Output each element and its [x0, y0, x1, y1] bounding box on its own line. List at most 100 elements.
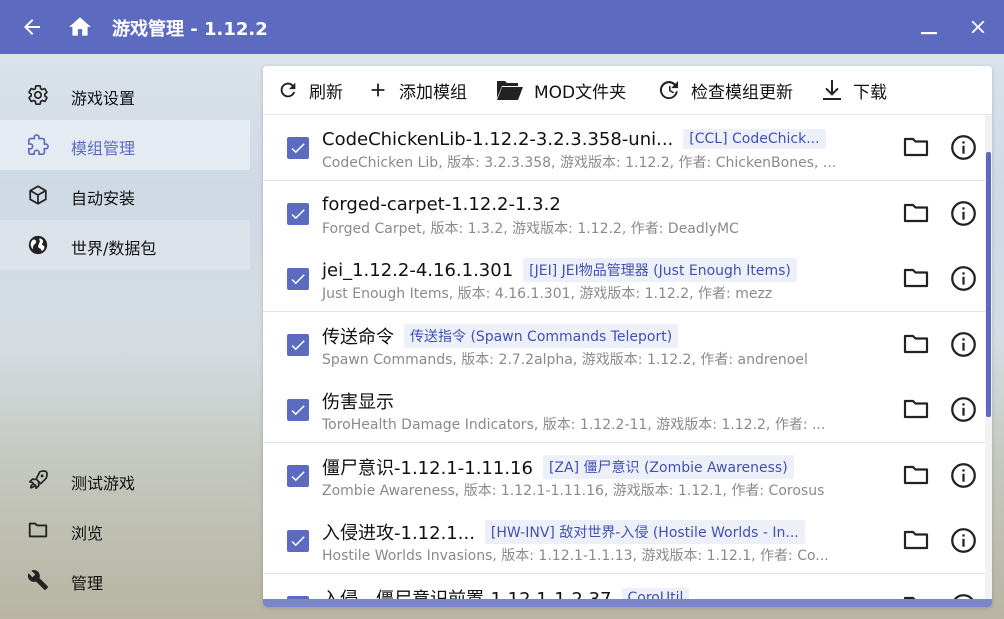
mod-enabled-checkbox[interactable]: [287, 399, 309, 421]
sidebar-item-auto-install[interactable]: 自动安装: [0, 170, 250, 220]
info-icon: [951, 200, 976, 226]
mod-title: 传送命令: [322, 326, 394, 348]
mod-info-button[interactable]: [950, 331, 977, 358]
sidebar-item-manage[interactable]: 管理: [0, 555, 250, 605]
mod-info-button[interactable]: [950, 134, 977, 161]
globe-icon: [28, 235, 48, 255]
checkmark-icon: [291, 536, 305, 547]
folder-icon: [903, 465, 929, 484]
mod-tag: 传送指令 (Spawn Commands Teleport): [404, 323, 679, 348]
open-folder-button[interactable]: [903, 463, 929, 487]
mod-enabled-checkbox[interactable]: [287, 464, 309, 487]
info-icon: [951, 331, 976, 357]
mod-header: 伤害显示: [322, 388, 394, 414]
sidebar-item-mod-management[interactable]: 模组管理: [0, 120, 250, 170]
mod-info-button[interactable]: [950, 527, 977, 554]
open-folder-button[interactable]: [903, 135, 929, 159]
open-folder-button[interactable]: [903, 528, 929, 552]
table-row[interactable]: forged-carpet-1.12.2-1.3.2 Forged Carpet,…: [263, 180, 985, 247]
update-icon: [659, 81, 678, 100]
sidebar-item-label: 测试游戏: [71, 474, 136, 493]
mod-description: ToroHealth Damage Indicators, 版本: 1.12.2…: [322, 417, 826, 433]
table-row[interactable]: 僵尸意识-1.12.1-1.11.16 [ZA] 僵尸意识 (Zombie Awa…: [263, 442, 985, 509]
rocket-icon: [28, 470, 48, 490]
mod-description: Hostile Worlds Invasions, 版本: 1.12.1-1.1…: [322, 548, 829, 564]
sidebar-item-label: 自动安装: [71, 189, 136, 208]
mod-tag: [HW-INV] 敌对世界-入侵 (Hostile Worlds - In...: [484, 520, 805, 544]
close-icon: [971, 20, 985, 34]
open-folder-button[interactable]: [903, 266, 929, 290]
mod-enabled-checkbox[interactable]: [287, 202, 309, 225]
mod-enabled-checkbox[interactable]: [287, 333, 309, 356]
open-folder-button[interactable]: [903, 201, 929, 225]
back-button[interactable]: [17, 12, 47, 42]
refresh-label: 刷新: [309, 82, 343, 103]
mod-header: 入侵进攻-1.12.1... [HW-INV] 敌对世界-入侵 (Hostile …: [322, 519, 805, 545]
table-row[interactable]: 传送命令 传送指令 (Spawn Commands Teleport) Spawn …: [263, 311, 985, 378]
mod-enabled-checkbox[interactable]: [287, 268, 309, 290]
sidebar-item-label: 模组管理: [71, 139, 136, 158]
download-icon: [823, 80, 841, 100]
mod-enabled-checkbox[interactable]: [287, 530, 309, 552]
mod-list: CodeChickenLib-1.12.2-3.2.3.358-uni... [C…: [263, 115, 985, 607]
mod-header: forged-carpet-1.12.2-1.3.2: [322, 192, 561, 218]
mod-tag: [CCL] CodeChick...: [683, 129, 826, 149]
refresh-button[interactable]: 刷新: [277, 76, 343, 104]
gear-icon: [28, 85, 48, 106]
puzzle-icon: [28, 134, 49, 155]
table-row[interactable]: 伤害显示 ToroHealth Damage Indicators, 版本: 1.…: [263, 377, 985, 443]
info-icon: [951, 397, 976, 422]
mod-enabled-checkbox[interactable]: [287, 137, 309, 159]
window-title: 游戏管理 - 1.12.2: [112, 19, 268, 40]
add-mod-button[interactable]: 添加模组: [367, 76, 467, 104]
info-icon: [951, 462, 976, 488]
sidebar-item-worlds-datapacks[interactable]: 世界/数据包: [0, 220, 250, 270]
wrench-icon: [27, 570, 49, 591]
download-button[interactable]: 下载: [821, 76, 887, 104]
info-icon: [951, 266, 976, 291]
open-folder-button[interactable]: [903, 397, 929, 421]
folder-icon: [903, 268, 929, 288]
scrollbar[interactable]: [985, 115, 992, 607]
mod-title: CodeChickenLib-1.12.2-3.2.3.358-uni...: [322, 128, 674, 150]
folder-open-icon: [497, 81, 523, 100]
sidebar-item-game-settings[interactable]: 游戏设置: [0, 70, 250, 120]
table-row[interactable]: CodeChickenLib-1.12.2-3.2.3.358-uni... [C…: [263, 115, 985, 181]
home-button[interactable]: [65, 12, 95, 42]
sidebar: 游戏设置 模组管理 自动安装 世界/数据包 测试游戏 浏览 管理: [0, 54, 250, 619]
folder-icon: [903, 203, 929, 222]
check-updates-button[interactable]: 检查模组更新: [657, 76, 793, 104]
minimize-icon: [921, 32, 937, 35]
checkmark-icon: [291, 339, 305, 350]
folder-icon: [903, 530, 929, 550]
close-button[interactable]: [963, 12, 993, 42]
open-folder-button[interactable]: [903, 332, 929, 356]
mod-folder-button[interactable]: MOD文件夹: [496, 76, 626, 104]
sidebar-item-browse[interactable]: 浏览: [0, 505, 250, 555]
sidebar-item-label: 浏览: [71, 524, 104, 543]
folder-icon: [28, 522, 48, 538]
checkmark-icon: [291, 143, 305, 154]
checkmark-icon: [291, 274, 305, 285]
table-row[interactable]: 入侵进攻-1.12.1... [HW-INV] 敌对世界-入侵 (Hostile …: [263, 508, 985, 574]
mod-info-button[interactable]: [950, 265, 977, 292]
mod-info-button[interactable]: [950, 200, 977, 227]
sidebar-item-test-game[interactable]: 测试游戏: [0, 455, 250, 505]
scrollbar-thumb[interactable]: [986, 152, 991, 417]
mod-description: Forged Carpet, 版本: 1.3.2, 游戏版本: 1.12.2, …: [322, 220, 739, 237]
table-row[interactable]: jei_1.12.2-4.16.1.301 [JEI] JEI物品管理器 (Jus…: [263, 246, 985, 312]
mod-title: forged-carpet-1.12.2-1.3.2: [322, 194, 561, 215]
checkmark-icon: [291, 470, 305, 481]
mod-tag: [JEI] JEI物品管理器 (Just Enough Items): [523, 258, 797, 282]
info-icon: [951, 135, 976, 160]
sidebar-item-label: 世界/数据包: [71, 239, 157, 258]
folder-icon: [903, 399, 929, 419]
mod-info-button[interactable]: [950, 462, 977, 489]
info-icon: [951, 528, 976, 553]
mod-title: 伤害显示: [322, 392, 394, 413]
mod-description: Just Enough Items, 版本: 4.16.1.301, 游戏版本:…: [322, 286, 773, 302]
home-icon: [69, 17, 91, 36]
mod-info-button[interactable]: [950, 396, 977, 423]
folder-icon: [903, 334, 929, 353]
minimize-button[interactable]: [914, 12, 944, 42]
